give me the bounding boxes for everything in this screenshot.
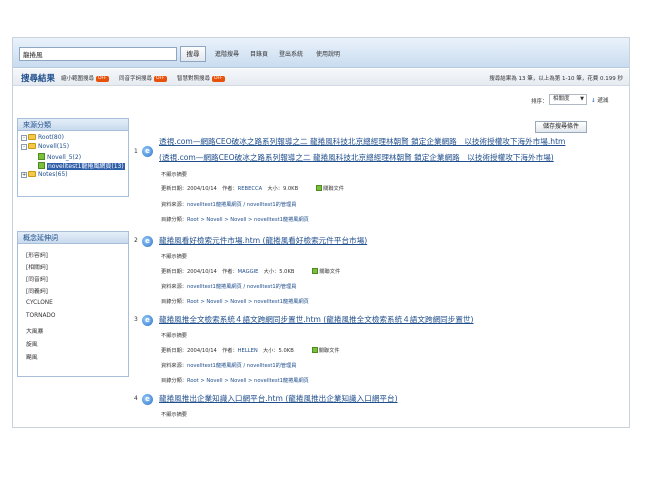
folder-icon	[28, 143, 36, 149]
concept-item[interactable]: [同義詞]	[26, 286, 48, 295]
results-stats: 搜尋結果為 13 筆，以上為第 1-10 筆，花費 0.199 秒	[489, 76, 623, 82]
option-narrow-search[interactable]: 縮小範圍搜尋 OFF	[61, 74, 109, 82]
sort-select[interactable]: 相關度 ▼	[549, 94, 587, 105]
related-docs-link[interactable]: 關聯文件	[316, 185, 344, 192]
search-button[interactable]: 搜尋	[180, 46, 206, 62]
arrow-down-icon: ↓	[591, 98, 596, 104]
tree-node-novell-5[interactable]: Novell_5(2)	[38, 153, 81, 162]
document-icon	[311, 347, 318, 353]
result-meta: 更新日期：2004/10/14 作者：HELLEN 大小：5.0KB 關聯文件	[161, 347, 340, 354]
concept-item[interactable]: [相關詞]	[26, 262, 48, 271]
results-title: 搜尋結果	[21, 74, 56, 84]
result-source: 資料來源：novelltest1龍捲風網頁 / novelltest1的管理員	[161, 284, 297, 290]
collapse-icon[interactable]: -	[21, 135, 27, 141]
sort-row: 排序： 相關度 ▼ ↓ 遞減	[13, 94, 629, 108]
result-summary: 不顯示摘要	[161, 333, 187, 339]
source-category-panel: 來源分類 - Root(80) - Novell(15) Novell_5(2) n…	[17, 118, 129, 197]
node-icon	[38, 162, 45, 169]
ie-document-icon: e	[142, 315, 153, 326]
result-category: 目錄分類：Root > Novell > Novell > novelltest…	[161, 299, 309, 305]
ie-document-icon: e	[142, 236, 153, 247]
result-source: 資料來源：novelltest1龍捲風網頁 / novelltest1的管理員	[161, 202, 297, 208]
ie-document-icon: e	[142, 394, 153, 405]
node-icon	[38, 153, 45, 160]
result-category: 目錄分類：Root > Novell > Novell > novelltest…	[161, 217, 309, 223]
sort-label: 排序：	[531, 99, 548, 105]
folder-icon	[28, 134, 36, 140]
result-number: 1	[134, 148, 138, 155]
result-category: 目錄分類：Root > Novell > Novell > novelltest…	[161, 378, 309, 384]
tree-node-novell[interactable]: - Novell(15)	[21, 143, 69, 151]
concept-item[interactable]: 颶風	[26, 352, 38, 361]
tree-node-root[interactable]: - Root(80)	[21, 134, 64, 142]
search-toolbar: 搜尋 進階搜尋 目錄頁 登出系統 使用說明	[13, 38, 629, 68]
result-title-link[interactable]: 龍捲風推出企業知識入口網平台.htm (龍捲風推出企業知識入口網平台)	[159, 393, 398, 404]
concept-item[interactable]: [同音詞]	[26, 274, 48, 283]
concept-item[interactable]: [形容詞]	[26, 250, 48, 259]
option-homophone-search[interactable]: 同音字詞搜尋 OFF	[119, 74, 167, 82]
directory-link[interactable]: 目錄頁	[250, 49, 268, 58]
result-summary: 不顯示摘要	[161, 254, 187, 260]
result-meta: 更新日期：2004/10/14 作者：MAGGIE 大小：5.0KB 關聯文件	[161, 268, 341, 275]
logout-link[interactable]: 登出系統	[279, 49, 303, 58]
results-header: 搜尋結果 縮小範圍搜尋 OFF 同音字詞搜尋 OFF 智慧對照搜尋 OFF 搜尋結果為…	[13, 69, 629, 86]
ie-document-icon: e	[142, 146, 153, 157]
related-docs-link[interactable]: 關聯文件	[312, 268, 340, 275]
concept-item[interactable]: 旋風	[26, 339, 38, 348]
result-summary: 不顯示摘要	[161, 412, 187, 418]
tree-node-novelltest1[interactable]: novelltest1龍捲風網頁(13)	[38, 162, 125, 171]
chevron-down-icon: ▼	[580, 96, 584, 102]
document-icon	[312, 268, 319, 274]
result-meta: 更新日期：2004/10/14 作者：REBECCA 大小：9.0KB 關聯文件	[161, 185, 344, 192]
result-summary: 不顯示摘要	[161, 172, 187, 178]
concept-extension-panel: 概念延伸詞 [形容詞] [相關詞] [同音詞] [同義詞] CYCLONE TO…	[17, 231, 129, 377]
expand-icon[interactable]: +	[21, 172, 27, 178]
sort-order-toggle[interactable]: ↓ 遞減	[591, 96, 608, 104]
related-docs-link[interactable]: 關聯文件	[311, 347, 340, 354]
toggle-off-badge[interactable]: OFF	[96, 76, 109, 82]
concept-item[interactable]: TORNADO	[26, 313, 55, 319]
option-smart-search[interactable]: 智慧對照搜尋 OFF	[177, 74, 225, 82]
result-number: 4	[134, 395, 138, 402]
document-icon	[316, 185, 323, 191]
collapse-icon[interactable]: -	[21, 144, 27, 150]
concept-item[interactable]: CYCLONE	[26, 300, 53, 306]
search-results-window: 搜尋 進階搜尋 目錄頁 登出系統 使用說明 搜尋結果 縮小範圍搜尋OFF 同音字…	[12, 37, 630, 428]
save-search-button[interactable]: 儲存搜尋條件	[535, 121, 587, 133]
tree-node-notes[interactable]: + Notes(65)	[21, 171, 68, 179]
result-title-link[interactable]: 龍捲風看好檢索元件市場.htm (龍捲風看好檢索元件平台市場)	[159, 235, 367, 246]
toggle-off-badge[interactable]: OFF	[154, 76, 167, 82]
result-title-link[interactable]: 透視.com—網路CEO破冰之路系列報導之二 龍捲風科技北京總經理林朝賢 鎖定企…	[159, 136, 565, 147]
concept-item[interactable]: 大風暴	[26, 326, 43, 335]
result-source: 資料來源：novelltest1龍捲風網頁 / novelltest1的管理員	[161, 363, 297, 369]
help-link[interactable]: 使用說明	[316, 49, 340, 58]
toggle-off-badge[interactable]: OFF	[212, 76, 225, 82]
concept-panel-title: 概念延伸詞	[18, 232, 128, 244]
result-number: 3	[134, 316, 138, 323]
folder-icon	[28, 171, 36, 177]
result-title-link[interactable]: 龍捲風推全文檢索系統４語文跨網同步置世.htm (龍捲風推全文檢索系統４語文跨網…	[159, 314, 474, 325]
result-title-link[interactable]: (透視.com—網路CEO破冰之路系列報導之二 龍捲風科技北京總經理林朝賢 鎖定…	[159, 152, 554, 163]
advanced-search-link[interactable]: 進階搜尋	[215, 49, 239, 58]
source-panel-title: 來源分類	[18, 119, 128, 131]
search-input[interactable]	[19, 47, 177, 61]
result-number: 2	[134, 237, 138, 244]
